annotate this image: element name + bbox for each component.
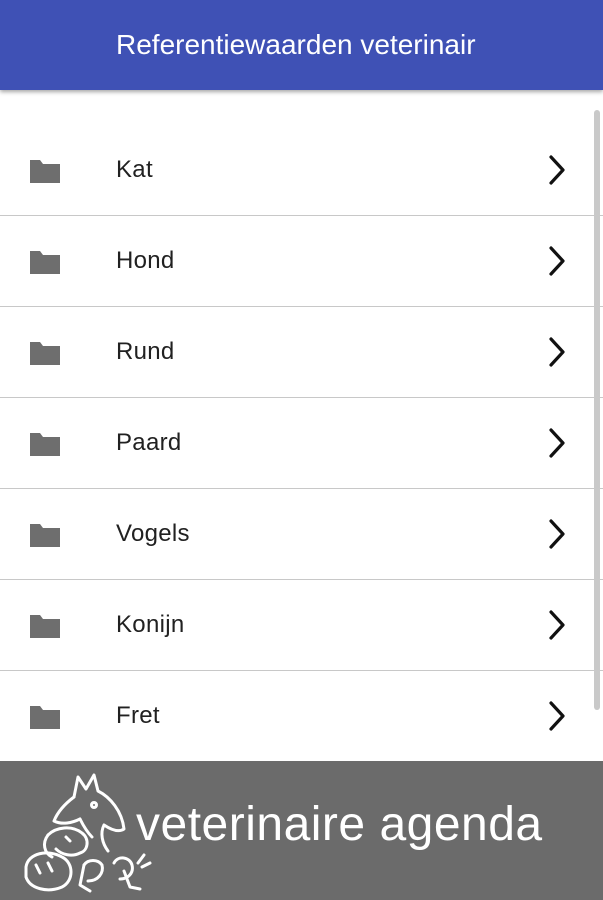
app-title: Referentiewaarden veterinair [116, 29, 476, 60]
folder-icon [30, 615, 60, 638]
chevron-right-icon [549, 701, 565, 731]
list-item-label: Vogels [116, 520, 190, 547]
chevron-right-icon [549, 155, 565, 185]
list-item-vogels[interactable]: Vogels [0, 489, 603, 580]
folder-icon [30, 706, 60, 729]
list-item-konijn[interactable]: Konijn [0, 580, 603, 671]
list-item-label: Rund [116, 338, 175, 365]
folder-icon [30, 342, 60, 365]
folder-icon [30, 160, 60, 183]
folder-icon [30, 433, 60, 456]
list-item-paard[interactable]: Paard [0, 398, 603, 489]
list-item-rund[interactable]: Rund [0, 307, 603, 398]
list-item-label: Konijn [116, 611, 185, 638]
banner-title: veterinaire agenda [136, 798, 543, 851]
list-item-label: Fret [116, 702, 160, 729]
list-item-hond[interactable]: Hond [0, 216, 603, 307]
list-item-kat[interactable]: Kat [0, 125, 603, 216]
list-item-fret[interactable]: Fret [0, 671, 603, 761]
chevron-right-icon [549, 428, 565, 458]
chevron-right-icon [549, 519, 565, 549]
list-item-label: Hond [116, 247, 175, 274]
app-bar: Referentiewaarden veterinair [0, 0, 603, 90]
scrollbar[interactable] [594, 110, 600, 710]
chevron-right-icon [549, 246, 565, 276]
folder-icon [30, 251, 60, 274]
chevron-right-icon [549, 610, 565, 640]
category-list: Kat Hond Rund Paard Vogels Konijn Fret [0, 125, 603, 761]
chevron-right-icon [549, 337, 565, 367]
ad-banner[interactable]: veterinaire agenda [0, 761, 603, 900]
list-item-label: Kat [116, 156, 153, 183]
folder-icon [30, 524, 60, 547]
list-item-label: Paard [116, 429, 182, 456]
